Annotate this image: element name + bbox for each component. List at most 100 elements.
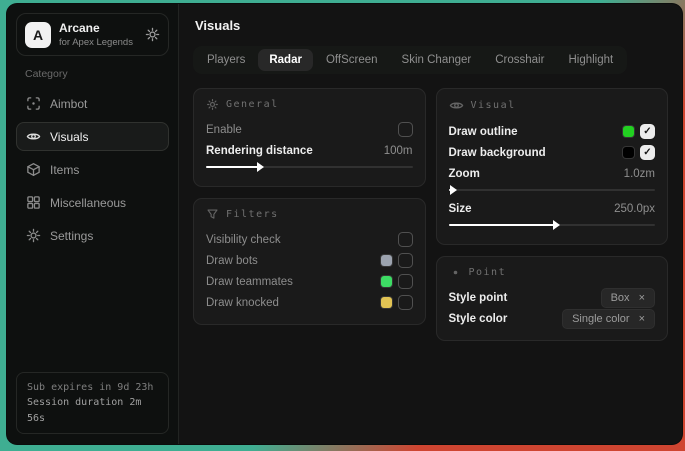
value-zoom: 1.0zm xyxy=(624,168,655,180)
panel-filters-header: Filters xyxy=(206,208,413,221)
row-style-point: Style point Box × xyxy=(449,287,656,308)
row-size: Size 250.0px xyxy=(449,198,656,219)
clear-icon[interactable]: × xyxy=(639,313,645,325)
panel-title: Visual xyxy=(471,100,516,111)
color-swatch-draw-outline[interactable] xyxy=(623,126,634,137)
controls-draw-teammates xyxy=(381,274,413,289)
label-enable: Enable xyxy=(206,124,242,136)
clear-icon[interactable]: × xyxy=(639,292,645,304)
checkbox-draw-knocked[interactable] xyxy=(398,295,413,310)
slider-zoom[interactable] xyxy=(449,189,656,191)
crosshair-icon xyxy=(26,96,41,111)
sidebar-item-settings[interactable]: Settings xyxy=(16,221,169,250)
row-draw-background: Draw background ✓ xyxy=(449,142,656,163)
color-swatch-draw-knocked[interactable] xyxy=(381,297,392,308)
row-enable: Enable xyxy=(206,119,413,140)
panel-title: Filters xyxy=(226,209,279,220)
gear-icon[interactable] xyxy=(145,27,160,42)
select-value: Box xyxy=(611,292,630,304)
checkbox-draw-teammates[interactable] xyxy=(398,274,413,289)
sidebar-item-visuals[interactable]: Visuals xyxy=(16,122,169,151)
label-draw-background: Draw background xyxy=(449,147,546,159)
panel-visual: Visual Draw outline ✓ Draw background ✓ Zoom 1… xyxy=(436,88,669,245)
color-swatch-draw-bots[interactable] xyxy=(381,255,392,266)
sidebar-item-label: Settings xyxy=(50,229,93,243)
label-draw-teammates: Draw teammates xyxy=(206,276,293,288)
row-rendering-distance: Rendering distance100m xyxy=(206,140,413,161)
tab-offscreen[interactable]: OffScreen xyxy=(315,49,389,71)
controls-style-point: Box × xyxy=(601,288,655,308)
sidebar-item-miscellaneous[interactable]: Miscellaneous xyxy=(16,188,169,217)
checkbox-visibility-check[interactable] xyxy=(398,232,413,247)
panel-point-header: Point xyxy=(449,266,656,279)
controls-style-color: Single color × xyxy=(562,309,655,329)
panel-general: General Enable Rendering distance100m xyxy=(193,88,426,187)
panel-title: General xyxy=(226,99,279,110)
slider-fill xyxy=(206,166,260,168)
tab-skin-changer[interactable]: Skin Changer xyxy=(391,49,483,71)
slider-rendering-distance[interactable] xyxy=(206,166,413,168)
checkbox-draw-background[interactable]: ✓ xyxy=(640,145,655,160)
tab-players[interactable]: Players xyxy=(196,49,256,71)
controls-rendering-distance: 100m xyxy=(384,145,413,157)
value-size: 250.0px xyxy=(614,203,655,215)
select-style-point[interactable]: Box × xyxy=(601,288,655,308)
slider-thumb[interactable] xyxy=(450,185,457,195)
panel-grid: General Enable Rendering distance100m Filte… xyxy=(193,88,668,341)
row-style-color: Style colorSingle color× xyxy=(449,308,656,329)
tab-radar[interactable]: Radar xyxy=(258,49,313,71)
controls-size: 250.0px xyxy=(614,203,655,215)
sidebar-item-aimbot[interactable]: Aimbot xyxy=(16,89,169,118)
label-visibility-check: Visibility check xyxy=(206,234,281,246)
row-draw-bots: Draw bots xyxy=(206,250,413,271)
sidebar-item-label: Visuals xyxy=(50,130,88,144)
label-zoom: Zoom xyxy=(449,168,480,180)
eye-icon xyxy=(449,98,464,113)
label-size: Size xyxy=(449,203,472,215)
tab-bar: PlayersRadarOffScreenSkin ChangerCrossha… xyxy=(193,46,627,74)
tab-crosshair[interactable]: Crosshair xyxy=(484,49,555,71)
package-icon xyxy=(26,162,41,177)
color-swatch-draw-background[interactable] xyxy=(623,147,634,158)
checkbox-draw-outline[interactable]: ✓ xyxy=(640,124,655,139)
label-style-point: Style point xyxy=(449,292,508,304)
sidebar: A Arcane for Apex Legends Category Aimbo… xyxy=(7,4,179,444)
checkbox-draw-bots[interactable] xyxy=(398,253,413,268)
row-visibility-check: Visibility check xyxy=(206,229,413,250)
panel-title: Point xyxy=(469,267,507,278)
checkbox-enable[interactable] xyxy=(398,122,413,137)
controls-enable xyxy=(398,122,413,137)
select-value: Single color xyxy=(572,313,629,325)
tab-highlight[interactable]: Highlight xyxy=(557,49,624,71)
sidebar-nav: Aimbot Visuals Items Miscellaneous Settings xyxy=(16,87,169,252)
panel-general-header: General xyxy=(206,98,413,111)
sidebar-item-label: Items xyxy=(50,163,79,177)
slider-thumb[interactable] xyxy=(553,220,560,230)
app-window: A Arcane for Apex Legends Category Aimbo… xyxy=(7,4,682,444)
sidebar-item-label: Aimbot xyxy=(50,97,87,111)
category-label: Category xyxy=(25,68,160,80)
sub-expiry-text: Sub expires in 9d 23h xyxy=(27,380,158,396)
slider-fill xyxy=(449,224,556,226)
dot-icon xyxy=(449,266,462,279)
eye-icon xyxy=(26,129,41,144)
panel-point: PointStyle pointBox×Style colorSingle co… xyxy=(436,256,669,341)
slider-size[interactable] xyxy=(449,224,656,226)
sidebar-item-items[interactable]: Items xyxy=(16,155,169,184)
panel-visual-header: Visual xyxy=(449,98,656,113)
color-swatch-draw-teammates[interactable] xyxy=(381,276,392,287)
controls-draw-knocked xyxy=(381,295,413,310)
row-draw-outline: Draw outline ✓ xyxy=(449,121,656,142)
subscription-info-box: Sub expires in 9d 23h Session duration 2… xyxy=(16,372,169,435)
row-zoom: Zoom 1.0zm xyxy=(449,163,656,184)
panel-filters: Filters Visibility check Draw bots Draw tea… xyxy=(193,198,426,325)
select-style-color[interactable]: Single color × xyxy=(562,309,655,329)
right-column: Visual Draw outline ✓ Draw background ✓ Zoom 1… xyxy=(436,88,669,341)
label-draw-outline: Draw outline xyxy=(449,126,518,138)
controls-visibility-check xyxy=(398,232,413,247)
app-logo: A xyxy=(25,22,51,48)
funnel-icon xyxy=(206,208,219,221)
controls-draw-background: ✓ xyxy=(623,145,655,160)
slider-thumb[interactable] xyxy=(257,162,264,172)
main-content: Visuals PlayersRadarOffScreenSkin Change… xyxy=(179,4,682,444)
